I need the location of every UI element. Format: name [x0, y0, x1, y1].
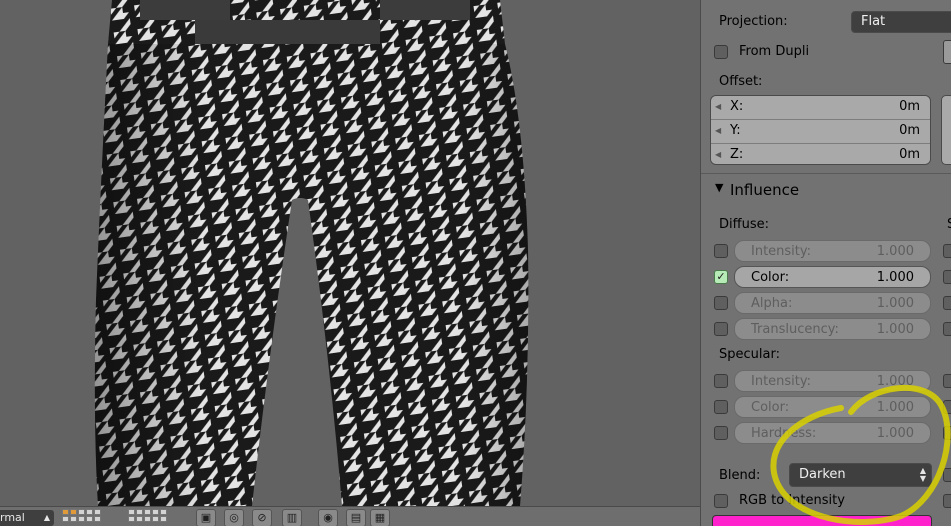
- projection-label: Projection:: [719, 14, 788, 29]
- render-preview-icon[interactable]: ◉: [318, 509, 338, 526]
- diffuse-intensity-field[interactable]: Intensity: 1.000: [734, 240, 931, 262]
- specular-intensity-value: 1.000: [876, 374, 914, 389]
- diffuse-color-field[interactable]: Color: 1.000: [734, 266, 931, 288]
- decrement-arrow-icon[interactable]: ◀: [715, 102, 721, 111]
- diffuse-translucency-label: Translucency:: [751, 322, 839, 337]
- clapper-render-icon[interactable]: ▦: [370, 509, 390, 526]
- color-swatch[interactable]: [712, 515, 932, 526]
- diffuse-intensity-checkbox[interactable]: [714, 244, 728, 258]
- diffuse-translucency-checkbox[interactable]: [714, 322, 728, 336]
- specular-hardness-value: 1.000: [876, 426, 914, 441]
- from-dupli-label: From Dupli: [739, 44, 810, 59]
- decrement-arrow-icon[interactable]: ◀: [715, 150, 721, 159]
- offset-y-value: 0m: [899, 123, 920, 138]
- rgb-to-intensity-label: RGB to Intensity: [739, 493, 845, 508]
- offset-vector: ◀ X: 0m ◀ Y: 0m ◀ Z: 0m: [710, 95, 931, 165]
- specular-hardness-field[interactable]: Hardness: 1.000: [734, 422, 931, 444]
- diffuse-alpha-field[interactable]: Alpha: 1.000: [734, 292, 931, 314]
- pivot-point-icon[interactable]: ◎: [224, 509, 244, 526]
- diffuse-color-value: 1.000: [876, 270, 914, 285]
- specular-intensity-checkbox[interactable]: [714, 374, 728, 388]
- offset-x-axis: X:: [730, 99, 744, 114]
- specular-color-field[interactable]: Color: 1.000: [734, 396, 931, 418]
- lock-layers-icon[interactable]: ▣: [196, 509, 216, 526]
- offset-y-field[interactable]: ◀ Y: 0m: [711, 120, 930, 144]
- specular-intensity-field[interactable]: Intensity: 1.000: [734, 370, 931, 392]
- specular-color-value: 1.000: [876, 400, 914, 415]
- specular-hardness-checkbox[interactable]: [714, 426, 728, 440]
- diffuse-color-checkbox[interactable]: ✓: [714, 270, 728, 284]
- specular-color-label: Color:: [751, 400, 790, 415]
- blend-dropdown[interactable]: Darken ▲ ▼: [789, 463, 932, 487]
- houndstooth-pants-render: [94, 0, 529, 506]
- offset-x-value: 0m: [899, 99, 920, 114]
- clipped-label: S: [947, 217, 951, 232]
- offset-z-axis: Z:: [730, 147, 744, 162]
- diffuse-intensity-value: 1.000: [876, 244, 914, 259]
- clipped-checkbox[interactable]: [943, 244, 951, 258]
- snap-icon[interactable]: ▥: [282, 509, 302, 526]
- projection-dropdown[interactable]: Flat: [851, 11, 951, 33]
- shading-mode-label: rmal: [0, 511, 25, 524]
- dropdown-arrows-icon: ▲: [43, 513, 50, 522]
- diffuse-translucency-field[interactable]: Translucency: 1.000: [734, 318, 931, 340]
- collapse-triangle-icon[interactable]: ▼: [715, 181, 723, 194]
- diffuse-label: Diffuse:: [719, 217, 769, 232]
- offset-label: Offset:: [719, 74, 763, 89]
- specular-color-checkbox[interactable]: [714, 400, 728, 414]
- diffuse-alpha-value: 1.000: [876, 296, 914, 311]
- diffuse-intensity-label: Intensity:: [751, 244, 812, 259]
- texture-properties-panel: Projection: Flat From Dupli Offset: ◀ X:…: [700, 0, 951, 526]
- clipped-checkbox[interactable]: [943, 270, 951, 284]
- influence-header[interactable]: Influence: [730, 181, 799, 199]
- camera-render-icon[interactable]: ▤: [346, 509, 366, 526]
- specular-intensity-label: Intensity:: [751, 374, 812, 389]
- dropdown-arrows-icon: ▲ ▼: [919, 466, 926, 483]
- offset-z-value: 0m: [899, 147, 920, 162]
- diffuse-color-label: Color:: [751, 270, 790, 285]
- from-dupli-checkbox[interactable]: [714, 45, 728, 59]
- layer-grid-left[interactable]: [62, 509, 101, 523]
- clipped-checkbox[interactable]: [943, 426, 951, 440]
- clipped-vector-field[interactable]: [941, 95, 951, 165]
- 3d-viewport[interactable]: rmal ▲ ▣ ◎ ⊘ ▥ ◉ ▤ ▦: [0, 0, 700, 526]
- offset-y-axis: Y:: [730, 123, 741, 138]
- diffuse-translucency-value: 1.000: [876, 322, 914, 337]
- diffuse-alpha-checkbox[interactable]: [714, 296, 728, 310]
- specular-hardness-label: Hardness:: [751, 426, 817, 441]
- clipped-checkbox[interactable]: [943, 322, 951, 336]
- blend-label: Blend:: [719, 468, 761, 483]
- proportional-edit-icon[interactable]: ⊘: [252, 509, 272, 526]
- clipped-checkbox[interactable]: [943, 400, 951, 414]
- clipped-button[interactable]: [943, 40, 951, 64]
- offset-x-field[interactable]: ◀ X: 0m: [711, 96, 930, 120]
- clipped-checkbox[interactable]: [943, 374, 951, 388]
- rgb-to-intensity-checkbox[interactable]: [714, 494, 728, 508]
- projection-value: Flat: [861, 14, 886, 29]
- shading-mode-dropdown[interactable]: rmal ▲: [0, 510, 54, 526]
- blend-value: Darken: [799, 467, 846, 482]
- diffuse-alpha-label: Alpha:: [751, 296, 793, 311]
- viewport-header-bar: rmal ▲ ▣ ◎ ⊘ ▥ ◉ ▤ ▦: [0, 506, 700, 526]
- specular-label: Specular:: [719, 347, 780, 362]
- clipped-checkbox[interactable]: [943, 296, 951, 310]
- layer-grid-right[interactable]: [128, 509, 167, 523]
- decrement-arrow-icon[interactable]: ◀: [715, 126, 721, 135]
- offset-z-field[interactable]: ◀ Z: 0m: [711, 144, 930, 164]
- section-divider: [701, 173, 951, 174]
- clipped-checkbox[interactable]: [943, 468, 951, 482]
- clipped-checkbox[interactable]: [943, 494, 951, 508]
